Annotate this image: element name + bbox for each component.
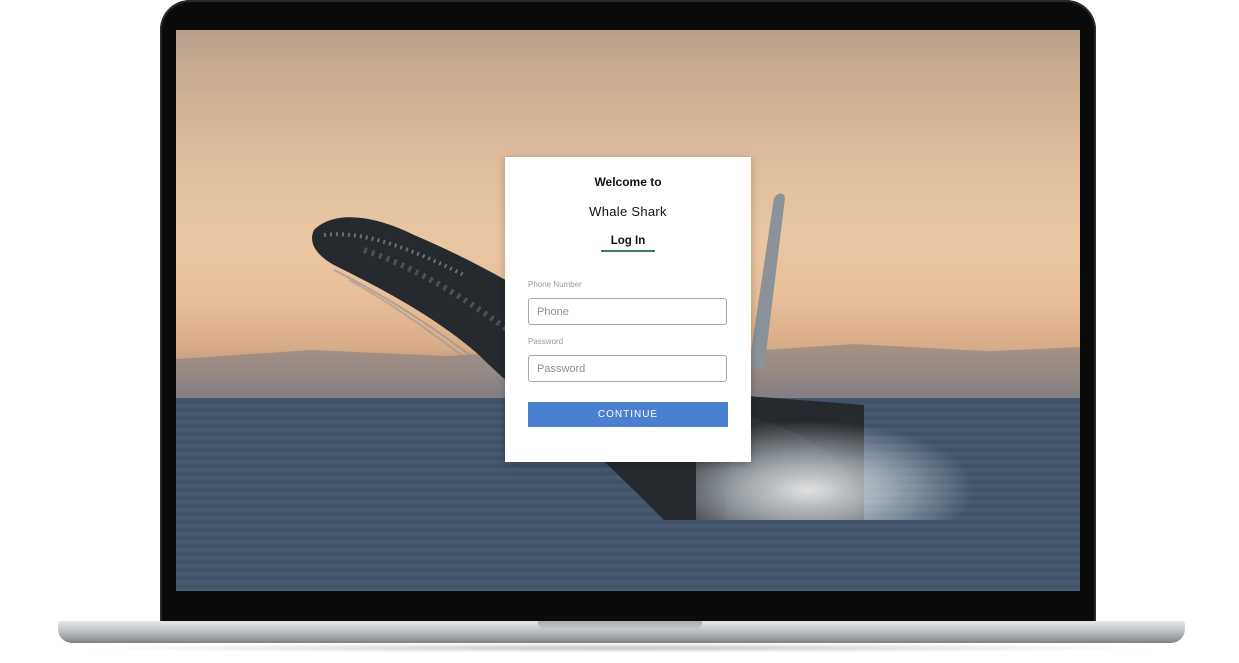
login-card: Welcome to Whale Shark Log In Phone Numb… xyxy=(505,157,751,462)
laptop-shadow xyxy=(80,643,1160,653)
welcome-text: Welcome to xyxy=(594,175,662,189)
password-label: Password xyxy=(528,337,564,346)
password-input[interactable] xyxy=(528,355,727,382)
brand-name: Whale Shark xyxy=(589,204,667,219)
tab-login[interactable]: Log In xyxy=(601,235,655,252)
laptop-base-notch xyxy=(538,621,702,630)
phone-input[interactable] xyxy=(528,298,727,325)
continue-button[interactable]: CONTINUE xyxy=(528,402,728,427)
phone-label: Phone Number xyxy=(528,280,582,289)
